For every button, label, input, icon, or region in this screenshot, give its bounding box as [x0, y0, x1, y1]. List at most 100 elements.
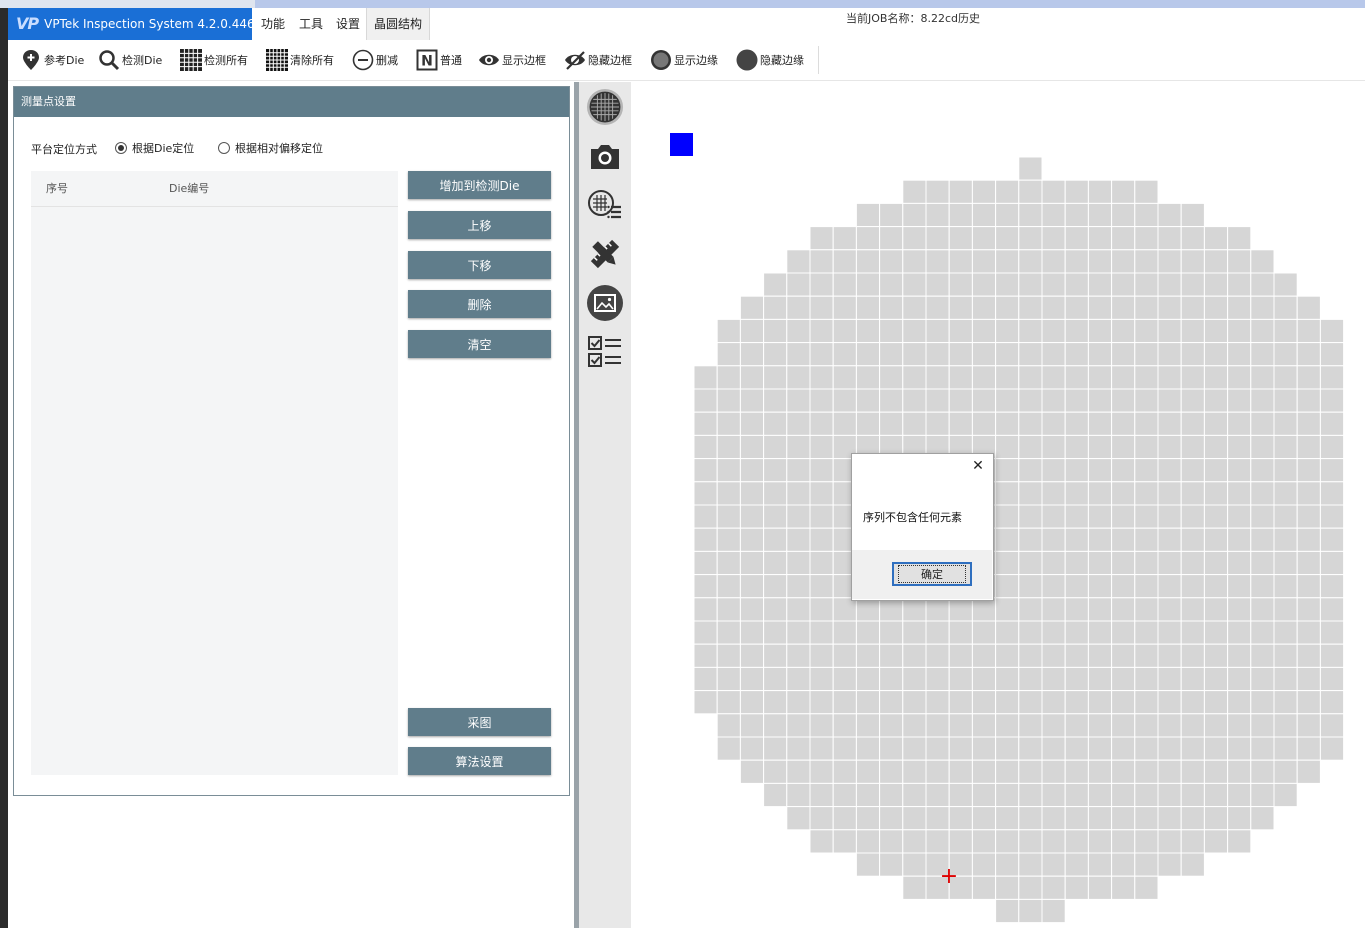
wafer-die[interactable]	[739, 434, 765, 460]
wafer-die[interactable]	[786, 434, 811, 460]
wafer-die[interactable]	[1111, 759, 1136, 784]
wafer-die[interactable]	[716, 713, 741, 738]
wafer-die[interactable]	[1250, 434, 1275, 460]
delete-button[interactable]: 删除	[408, 290, 551, 318]
wafer-die[interactable]	[902, 759, 927, 784]
wafer-die[interactable]	[1087, 504, 1113, 529]
reference-die-button[interactable]: 参考Die	[20, 44, 84, 76]
wafer-die[interactable]	[1319, 643, 1345, 668]
wafer-die[interactable]	[879, 318, 904, 344]
wafer-die[interactable]	[879, 411, 904, 436]
wafer-die[interactable]	[739, 713, 765, 738]
wafer-die[interactable]	[809, 690, 834, 715]
wafer-die[interactable]	[925, 272, 950, 297]
column-die-id[interactable]: Die编号	[169, 180, 209, 196]
wafer-die[interactable]	[1203, 550, 1229, 576]
wafer-die[interactable]	[1064, 782, 1089, 808]
wafer-die[interactable]	[1087, 759, 1113, 784]
wafer-die[interactable]	[902, 806, 927, 831]
wafer-die[interactable]	[1296, 295, 1321, 320]
wafer-die[interactable]	[855, 620, 881, 645]
wafer-die[interactable]	[1250, 759, 1275, 784]
wafer-die[interactable]	[925, 806, 950, 831]
wafer-die[interactable]	[1273, 620, 1298, 645]
wafer-die[interactable]	[1111, 342, 1136, 367]
wafer-die[interactable]	[1180, 388, 1205, 413]
wafer-die[interactable]	[1087, 527, 1113, 552]
wafer-die[interactable]	[948, 411, 973, 436]
wafer-die[interactable]	[739, 365, 765, 390]
wafer-die[interactable]	[1064, 202, 1089, 228]
wafer-die[interactable]	[855, 295, 881, 320]
radio-offset-position[interactable]: 根据相对偏移定位	[218, 140, 323, 156]
wafer-die[interactable]	[948, 620, 973, 645]
wafer-die[interactable]	[1180, 202, 1205, 228]
wafer-die[interactable]	[1087, 411, 1113, 436]
wafer-die[interactable]	[1018, 736, 1043, 761]
wafer-die[interactable]	[786, 597, 811, 622]
wafer-die[interactable]	[1041, 226, 1066, 251]
wafer-die[interactable]	[1111, 226, 1136, 251]
show-edge-button[interactable]: 显示边缘	[650, 44, 718, 76]
wafer-die[interactable]	[786, 759, 811, 784]
wafer-die[interactable]	[1087, 643, 1113, 668]
wafer-die[interactable]	[879, 759, 904, 784]
wafer-die[interactable]	[739, 597, 765, 622]
wafer-die[interactable]	[1087, 829, 1113, 854]
wafer-die[interactable]	[763, 434, 788, 460]
wafer-die[interactable]	[809, 272, 834, 297]
wafer-die[interactable]	[716, 411, 741, 436]
wafer-die[interactable]	[739, 481, 765, 506]
wafer-die[interactable]	[1250, 458, 1275, 483]
move-down-button[interactable]: 下移	[408, 251, 551, 279]
wafer-die[interactable]	[1157, 527, 1182, 552]
wafer-die[interactable]	[1273, 574, 1298, 599]
wafer-die[interactable]	[716, 388, 741, 413]
wafer-die[interactable]	[1180, 226, 1205, 251]
wafer-die[interactable]	[1018, 620, 1043, 645]
wafer-die[interactable]	[902, 643, 927, 668]
wafer-die[interactable]	[1319, 342, 1345, 367]
wafer-die[interactable]	[1296, 736, 1321, 761]
wafer-die[interactable]	[1203, 295, 1229, 320]
wafer-die[interactable]	[995, 504, 1020, 529]
wafer-die[interactable]	[1041, 597, 1066, 622]
wafer-die[interactable]	[1250, 550, 1275, 576]
wafer-die[interactable]	[971, 690, 997, 715]
normal-button[interactable]: N 普通	[416, 44, 462, 76]
wafer-die[interactable]	[1157, 249, 1182, 274]
wafer-die[interactable]	[1064, 365, 1089, 390]
wafer-die[interactable]	[1319, 365, 1345, 390]
wafer-die[interactable]	[855, 829, 881, 854]
wafer-die[interactable]	[1227, 690, 1252, 715]
wafer-die[interactable]	[1273, 643, 1298, 668]
wafer-die[interactable]	[1087, 434, 1113, 460]
wafer-die[interactable]	[1018, 550, 1043, 576]
wafer-die[interactable]	[1296, 318, 1321, 344]
wafer-die[interactable]	[855, 782, 881, 808]
wafer-die[interactable]	[693, 620, 718, 645]
wafer-die[interactable]	[1203, 690, 1229, 715]
wafer-die[interactable]	[763, 643, 788, 668]
wafer-die[interactable]	[1064, 272, 1089, 297]
wafer-die[interactable]	[902, 666, 927, 692]
wafer-die[interactable]	[1134, 620, 1159, 645]
wafer-die[interactable]	[995, 574, 1020, 599]
wafer-die[interactable]	[902, 690, 927, 715]
wafer-die[interactable]	[1273, 434, 1298, 460]
wafer-die[interactable]	[1180, 759, 1205, 784]
wafer-die[interactable]	[763, 411, 788, 436]
wafer-die[interactable]	[832, 365, 857, 390]
wafer-die[interactable]	[1296, 643, 1321, 668]
wafer-die[interactable]	[1018, 342, 1043, 367]
wafer-die[interactable]	[786, 806, 811, 831]
wafer-die[interactable]	[809, 458, 834, 483]
dialog-ok-button[interactable]: 确定	[892, 562, 972, 586]
wafer-die[interactable]	[1134, 759, 1159, 784]
wafer-die[interactable]	[902, 272, 927, 297]
wafer-die[interactable]	[1064, 458, 1089, 483]
wafer-die[interactable]	[1064, 759, 1089, 784]
wafer-die[interactable]	[1296, 597, 1321, 622]
wafer-die[interactable]	[1134, 481, 1159, 506]
wafer-die[interactable]	[1111, 318, 1136, 344]
